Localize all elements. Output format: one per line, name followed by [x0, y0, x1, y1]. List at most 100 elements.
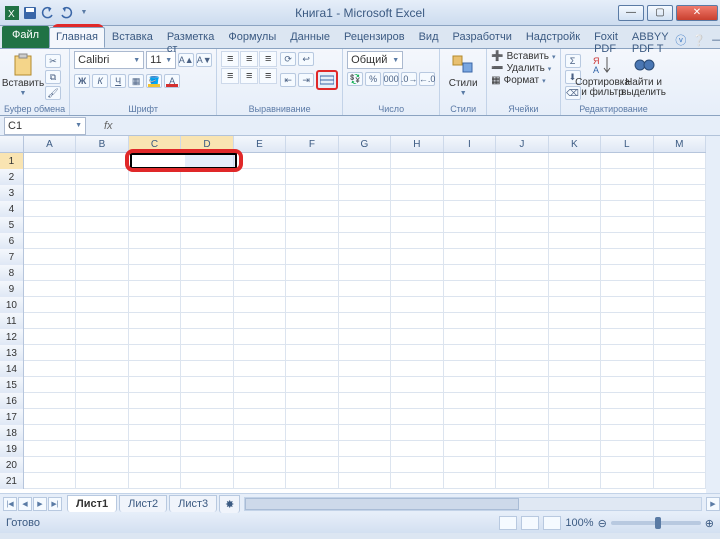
tab-addins[interactable]: Надстройк — [519, 27, 587, 48]
cell[interactable] — [601, 265, 653, 281]
cell[interactable] — [496, 377, 548, 393]
cell[interactable] — [181, 201, 233, 217]
cell[interactable] — [24, 409, 76, 425]
align-center-icon[interactable]: ≡ — [240, 68, 258, 84]
column-header-I[interactable]: I — [444, 136, 496, 152]
row-header-7[interactable]: 7 — [0, 249, 24, 265]
cell[interactable] — [391, 441, 443, 457]
cell[interactable] — [391, 281, 443, 297]
tab-data[interactable]: Данные — [283, 27, 337, 48]
cell[interactable] — [601, 345, 653, 361]
cell[interactable] — [76, 377, 128, 393]
cell[interactable] — [549, 377, 601, 393]
format-cells-button[interactable]: ▦Формат▾ — [491, 75, 555, 86]
cell[interactable] — [391, 393, 443, 409]
cell[interactable] — [601, 153, 653, 169]
cell[interactable] — [549, 313, 601, 329]
cell[interactable] — [24, 169, 76, 185]
cell[interactable] — [391, 425, 443, 441]
tab-abbyy[interactable]: ABBYY PDF T — [625, 27, 676, 48]
cell[interactable] — [76, 329, 128, 345]
sheet-tab-3[interactable]: Лист3 — [169, 495, 217, 512]
column-header-C[interactable]: C — [129, 136, 181, 152]
tab-view[interactable]: Вид — [412, 27, 446, 48]
cell[interactable] — [549, 185, 601, 201]
font-color-button[interactable]: A — [164, 74, 180, 88]
cell[interactable] — [286, 473, 338, 489]
cell[interactable] — [549, 393, 601, 409]
cell[interactable] — [444, 265, 496, 281]
row-header-20[interactable]: 20 — [0, 457, 24, 473]
cell[interactable] — [444, 329, 496, 345]
cell[interactable] — [181, 393, 233, 409]
cell[interactable] — [391, 409, 443, 425]
tab-file[interactable]: Файл — [2, 26, 49, 48]
cell[interactable] — [549, 201, 601, 217]
cell[interactable] — [496, 297, 548, 313]
cell[interactable] — [339, 313, 391, 329]
cell[interactable] — [24, 457, 76, 473]
cell[interactable] — [339, 201, 391, 217]
row-header-21[interactable]: 21 — [0, 473, 24, 489]
cell[interactable] — [496, 425, 548, 441]
cell[interactable] — [654, 233, 706, 249]
new-sheet-button[interactable]: ✸ — [219, 495, 240, 513]
cell[interactable] — [339, 457, 391, 473]
zoom-out-button[interactable]: ⊖ — [598, 517, 607, 530]
cell[interactable] — [601, 297, 653, 313]
cell[interactable] — [234, 313, 286, 329]
cell[interactable] — [339, 169, 391, 185]
cell[interactable] — [24, 345, 76, 361]
cell[interactable] — [391, 473, 443, 489]
cell[interactable] — [234, 361, 286, 377]
cell[interactable] — [234, 425, 286, 441]
orientation-icon[interactable]: ⟳ — [280, 52, 296, 66]
cell[interactable] — [391, 345, 443, 361]
cell[interactable] — [129, 281, 181, 297]
cell[interactable] — [76, 297, 128, 313]
cell[interactable] — [496, 217, 548, 233]
cell[interactable] — [444, 393, 496, 409]
cell[interactable] — [601, 473, 653, 489]
cell[interactable] — [654, 313, 706, 329]
cell[interactable] — [234, 233, 286, 249]
cell[interactable] — [234, 297, 286, 313]
cell[interactable] — [76, 361, 128, 377]
cell[interactable] — [181, 457, 233, 473]
cell[interactable] — [129, 233, 181, 249]
row-header-19[interactable]: 19 — [0, 441, 24, 457]
cell[interactable] — [391, 457, 443, 473]
cell[interactable] — [24, 201, 76, 217]
cell[interactable] — [444, 345, 496, 361]
cell[interactable] — [181, 409, 233, 425]
cell[interactable] — [549, 425, 601, 441]
cell[interactable] — [444, 169, 496, 185]
cell[interactable] — [129, 409, 181, 425]
cell[interactable] — [496, 473, 548, 489]
cell[interactable] — [286, 345, 338, 361]
cut-icon[interactable]: ✂ — [45, 54, 61, 68]
cell[interactable] — [129, 185, 181, 201]
window-minimize-icon[interactable]: — — [712, 34, 720, 46]
cell[interactable] — [76, 233, 128, 249]
cell[interactable] — [496, 345, 548, 361]
cell[interactable] — [129, 457, 181, 473]
cell[interactable] — [339, 249, 391, 265]
cell[interactable] — [76, 217, 128, 233]
cell[interactable] — [286, 409, 338, 425]
cell[interactable] — [24, 233, 76, 249]
cell[interactable] — [391, 233, 443, 249]
cell[interactable] — [444, 249, 496, 265]
cell[interactable] — [129, 297, 181, 313]
tab-formulas[interactable]: Формулы — [221, 27, 283, 48]
cell[interactable] — [601, 169, 653, 185]
cell[interactable] — [496, 233, 548, 249]
cell[interactable] — [181, 265, 233, 281]
align-middle-icon[interactable]: ≡ — [240, 51, 258, 67]
cell[interactable] — [391, 153, 443, 169]
cell[interactable] — [496, 393, 548, 409]
cell[interactable] — [601, 233, 653, 249]
name-box[interactable]: C1▼ — [4, 117, 86, 135]
cell[interactable] — [24, 441, 76, 457]
cell[interactable] — [129, 201, 181, 217]
